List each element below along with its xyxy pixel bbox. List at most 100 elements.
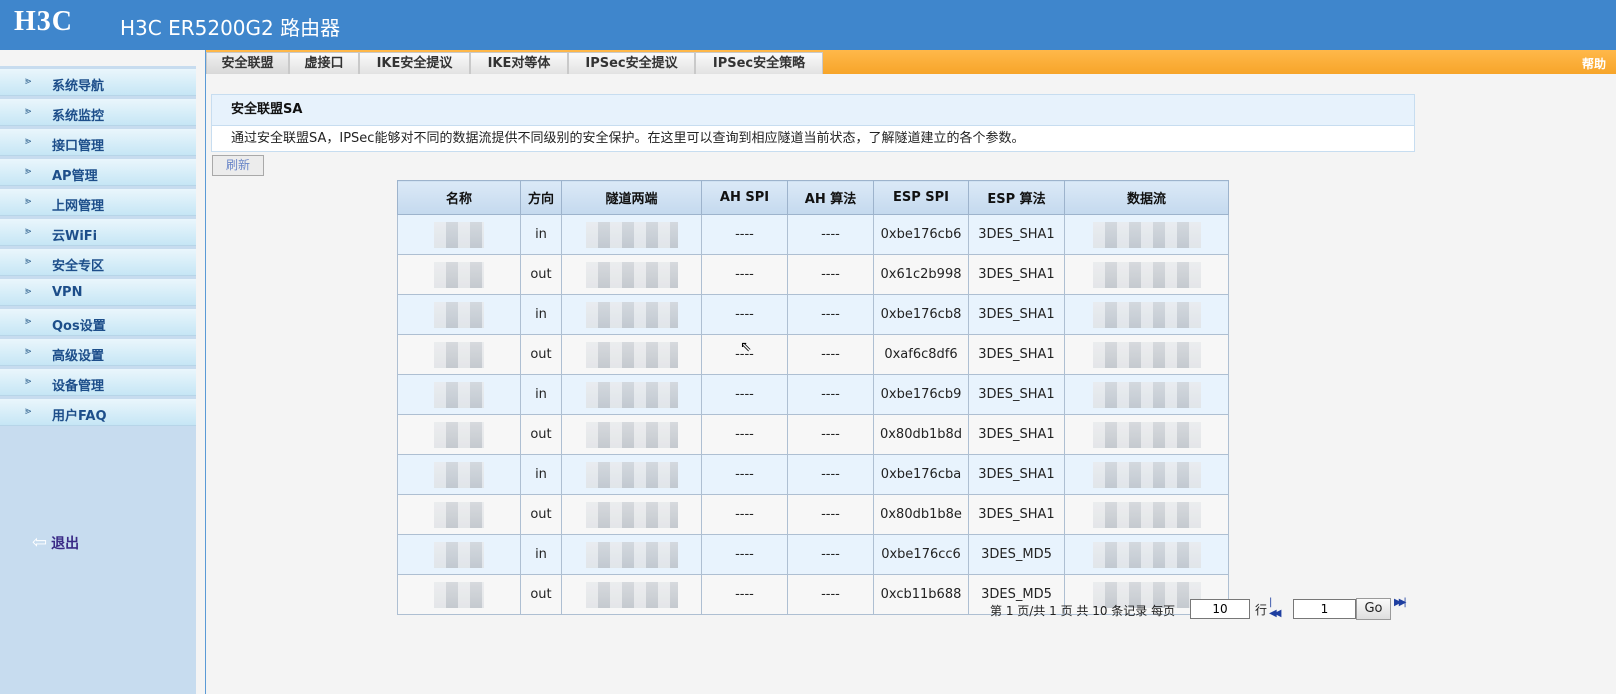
sidebar-item[interactable]: ⪢ 系统监控 bbox=[0, 99, 196, 126]
redacted-blur bbox=[434, 581, 484, 608]
dataflow-cell bbox=[1064, 494, 1229, 535]
dataflow-cell bbox=[1064, 414, 1229, 455]
tunnel-cell bbox=[561, 454, 702, 495]
table-row: in ---- ---- 0xbe176cb6 3DES_SHA1 bbox=[397, 214, 1229, 255]
chevron-right-icon: ⪢ bbox=[25, 134, 32, 147]
sidebar-item[interactable]: ⪢ AP管理 bbox=[0, 159, 196, 186]
tunnel-cell bbox=[561, 214, 702, 255]
dataflow-cell bbox=[1064, 294, 1229, 335]
redacted-blur bbox=[585, 301, 678, 328]
chevron-right-icon: ⪢ bbox=[25, 314, 32, 327]
per-page-input[interactable] bbox=[1190, 599, 1250, 619]
last-page-icon[interactable]: ▶▶| bbox=[1394, 597, 1407, 608]
column-header: AH SPI bbox=[701, 180, 788, 215]
column-header: ESP 算法 bbox=[968, 180, 1065, 215]
tab[interactable]: 安全联盟 bbox=[206, 52, 289, 74]
ah-alg-cell: ---- bbox=[787, 454, 874, 495]
esp-spi-cell: 0xaf6c8df6 bbox=[873, 334, 969, 375]
table-row: out ---- ---- 0x61c2b998 3DES_SHA1 bbox=[397, 254, 1229, 295]
chevron-right-icon: ⪢ bbox=[25, 104, 32, 117]
dataflow-cell bbox=[1064, 214, 1229, 255]
sidebar-item[interactable]: ⪢ 用户FAQ bbox=[0, 399, 196, 426]
tunnel-cell bbox=[561, 534, 702, 575]
sidebar-item-label: 高级设置 bbox=[52, 349, 105, 364]
chevron-right-icon: ⪢ bbox=[25, 284, 32, 297]
redacted-blur bbox=[585, 261, 678, 288]
sidebar-item-label: 上网管理 bbox=[52, 199, 105, 214]
redacted-blur bbox=[585, 581, 678, 608]
sidebar-item[interactable]: ⪢ 系统导航 bbox=[0, 69, 196, 96]
ah-spi-cell: ---- bbox=[701, 374, 788, 415]
ah-alg-cell: ---- bbox=[787, 294, 874, 335]
tunnel-cell bbox=[561, 334, 702, 375]
column-header: AH 算法 bbox=[787, 180, 874, 215]
redacted-blur bbox=[434, 301, 484, 328]
redacted-blur bbox=[1092, 261, 1201, 288]
sidebar-item[interactable]: ⪢ 安全专区 bbox=[0, 249, 196, 276]
sidebar-item-label: 设备管理 bbox=[52, 379, 105, 394]
sa-description: 通过安全联盟SA，IPSec能够对不同的数据流提供不同级别的安全保护。在这里可以… bbox=[231, 131, 1025, 146]
tab[interactable]: IPSec安全策略 bbox=[695, 52, 823, 74]
redacted-blur bbox=[585, 461, 678, 488]
sa-info-panel: 安全联盟SA 通过安全联盟SA，IPSec能够对不同的数据流提供不同级别的安全保… bbox=[211, 94, 1415, 152]
sidebar-item[interactable]: ⪢ VPN bbox=[0, 279, 196, 306]
chevron-right-icon: ⪢ bbox=[25, 74, 32, 87]
tab[interactable]: IKE对等体 bbox=[470, 52, 568, 74]
sidebar-item[interactable]: ⪢ 上网管理 bbox=[0, 189, 196, 216]
logout-button[interactable]: ⇦ 退出 bbox=[32, 532, 79, 553]
tab[interactable]: IPSec安全提议 bbox=[568, 52, 695, 74]
ah-spi-cell: ---- bbox=[701, 214, 788, 255]
name-cell bbox=[397, 334, 521, 375]
ah-spi-cell: ---- bbox=[701, 294, 788, 335]
ah-alg-cell: ---- bbox=[787, 414, 874, 455]
sidebar-menu: ⪢ 系统导航 ⪢ 系统监控 ⪢ 接口管理 ⪢ AP管理 ⪢ 上网管理 ⪢ 云WiFi ⪢ 安全专区 ⪢ VPN… bbox=[0, 69, 196, 429]
chevron-right-icon: ⪢ bbox=[25, 404, 32, 417]
redacted-blur bbox=[585, 341, 678, 368]
name-cell bbox=[397, 574, 521, 615]
chevron-right-icon: ⪢ bbox=[25, 254, 32, 267]
esp-alg-cell: 3DES_MD5 bbox=[968, 534, 1065, 575]
table-row: out ---- ---- 0xaf6c8df6 3DES_SHA1 bbox=[397, 334, 1229, 375]
sidebar-item[interactable]: ⪢ 高级设置 bbox=[0, 339, 196, 366]
ah-spi-cell: ---- bbox=[701, 454, 788, 495]
tab[interactable]: IKE安全提议 bbox=[359, 52, 470, 74]
esp-alg-cell: 3DES_SHA1 bbox=[968, 414, 1065, 455]
sidebar-item-label: 云WiFi bbox=[52, 229, 98, 244]
page-input[interactable] bbox=[1293, 599, 1356, 619]
name-cell bbox=[397, 414, 521, 455]
sa-table: 名称 方向 隧道两端 AH SPI AH 算法 ESP SPI ESP 算法 数据流 in --… bbox=[397, 180, 1229, 615]
column-header: 数据流 bbox=[1064, 180, 1229, 215]
redacted-blur bbox=[1092, 461, 1201, 488]
redacted-blur bbox=[1092, 341, 1201, 368]
esp-spi-cell: 0xbe176cb6 bbox=[873, 214, 969, 255]
esp-alg-cell: 3DES_SHA1 bbox=[968, 494, 1065, 535]
help-link[interactable]: 帮助 bbox=[1582, 55, 1606, 72]
sidebar-panel: ⪢ 系统导航 ⪢ 系统监控 ⪢ 接口管理 ⪢ AP管理 ⪢ 上网管理 ⪢ 云WiFi ⪢ 安全专区 ⪢ VPN… bbox=[0, 66, 196, 694]
ah-spi-cell: ---- bbox=[701, 254, 788, 295]
refresh-button[interactable]: 刷新 bbox=[212, 155, 264, 176]
ah-spi-cell: ---- bbox=[701, 414, 788, 455]
redacted-blur bbox=[434, 541, 484, 568]
ah-alg-cell: ---- bbox=[787, 254, 874, 295]
sidebar-item-label: VPN bbox=[52, 285, 83, 300]
sidebar-item[interactable]: ⪢ 设备管理 bbox=[0, 369, 196, 396]
sidebar-item[interactable]: ⪢ Qos设置 bbox=[0, 309, 196, 336]
tunnel-cell bbox=[561, 494, 702, 535]
direction-cell: out bbox=[520, 334, 562, 375]
table-row: out ---- ---- 0x80db1b8e 3DES_SHA1 bbox=[397, 494, 1229, 535]
sidebar-item[interactable]: ⪢ 接口管理 bbox=[0, 129, 196, 156]
go-button[interactable]: Go bbox=[1356, 598, 1391, 620]
column-header: 方向 bbox=[520, 180, 562, 215]
tab[interactable]: 虚接口 bbox=[289, 52, 359, 74]
redacted-blur bbox=[1092, 541, 1201, 568]
name-cell bbox=[397, 214, 521, 255]
table-row: in ---- ---- 0xbe176cba 3DES_SHA1 bbox=[397, 454, 1229, 495]
first-page-icon[interactable]: |◀◀ bbox=[1269, 597, 1282, 619]
ah-alg-cell: ---- bbox=[787, 574, 874, 615]
direction-cell: in bbox=[520, 374, 562, 415]
sidebar-item[interactable]: ⪢ 云WiFi bbox=[0, 219, 196, 246]
esp-spi-cell: 0xbe176cb8 bbox=[873, 294, 969, 335]
direction-cell: out bbox=[520, 254, 562, 295]
column-header: ESP SPI bbox=[873, 180, 969, 215]
direction-cell: in bbox=[520, 294, 562, 335]
